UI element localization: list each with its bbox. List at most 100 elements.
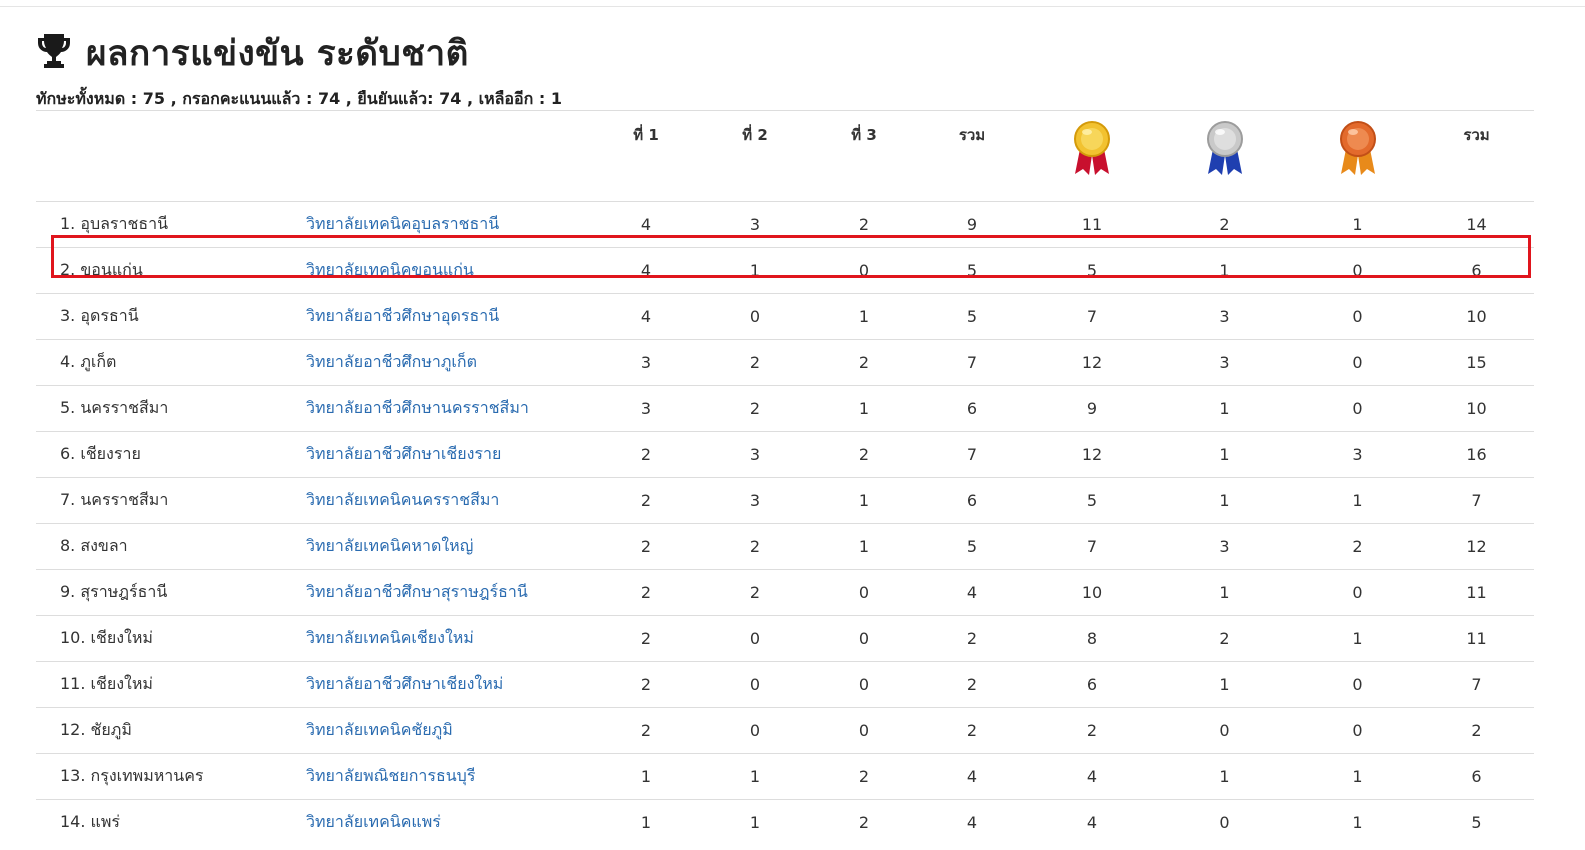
silver-count: 1 [1153,431,1296,478]
gold-count: 9 [1031,385,1153,432]
bronze-count: 2 [1296,523,1419,570]
province-cell: 7. นครราชสีมา [36,477,296,524]
gold-count: 8 [1031,615,1153,662]
table-row: 14. แพร่ วิทยาลัยเทคนิคแพร่ 1 1 2 4 4 0 1 5 [36,799,1534,845]
rank-total: 5 [913,247,1031,294]
table-row: 2. ขอนแก่น วิทยาลัยเทคนิคขอนแก่น 4 1 0 5 5 1 0 6 [36,247,1534,294]
gold-medal-icon [1074,121,1110,175]
third-place-count: 2 [815,201,913,248]
col-total-medals: รวม [1419,110,1534,202]
silver-count: 1 [1153,385,1296,432]
first-place-count: 2 [597,661,695,708]
medal-total: 6 [1419,247,1534,294]
col-silver [1153,110,1296,202]
table-row: 8. สงขลา วิทยาลัยเทคนิคหาดใหญ่ 2 2 1 5 7 3 2 12 [36,523,1534,570]
third-place-count: 1 [815,385,913,432]
school-cell: วิทยาลัยเทคนิคขอนแก่น [296,247,597,294]
rank-total: 7 [913,431,1031,478]
col-bronze [1296,110,1419,202]
school-link[interactable]: วิทยาลัยเทคนิคแพร่ [306,812,441,831]
school-link[interactable]: วิทยาลัยอาชีวศึกษาเชียงราย [306,444,501,463]
rank-total: 4 [913,569,1031,616]
third-place-count: 2 [815,431,913,478]
second-place-count: 3 [695,201,815,248]
gold-count: 7 [1031,523,1153,570]
second-place-count: 2 [695,385,815,432]
school-cell: วิทยาลัยอาชีวศึกษาสุราษฎร์ธานี [296,569,597,616]
silver-count: 3 [1153,523,1296,570]
second-place-count: 1 [695,799,815,845]
bronze-count: 0 [1296,661,1419,708]
school-cell: วิทยาลัยอาชีวศึกษาเชียงใหม่ [296,661,597,708]
table-header-row: ที่ 1 ที่ 2 ที่ 3 รวม รวม [36,110,1534,202]
rank-total: 6 [913,477,1031,524]
gold-count: 7 [1031,293,1153,340]
table-row: 7. นครราชสีมา วิทยาลัยเทคนิคนครราชสีมา 2 3 1… [36,477,1534,524]
gold-count: 12 [1031,431,1153,478]
school-link[interactable]: วิทยาลัยอาชีวศึกษาเชียงใหม่ [306,674,503,693]
gold-count: 12 [1031,339,1153,386]
second-place-count: 2 [695,523,815,570]
school-cell: วิทยาลัยเทคนิคอุบลราชธานี [296,201,597,248]
third-place-count: 0 [815,661,913,708]
school-cell: วิทยาลัยเทคนิคหาดใหญ่ [296,523,597,570]
rank-total: 2 [913,661,1031,708]
gold-count: 5 [1031,247,1153,294]
bronze-count: 1 [1296,201,1419,248]
gold-count: 6 [1031,661,1153,708]
third-place-count: 2 [815,753,913,800]
second-place-count: 3 [695,431,815,478]
first-place-count: 4 [597,293,695,340]
second-place-count: 0 [695,707,815,754]
second-place-count: 2 [695,339,815,386]
school-link[interactable]: วิทยาลัยพณิชยการธนบุรี [306,766,475,785]
school-link[interactable]: วิทยาลัยเทคนิคขอนแก่น [306,260,474,279]
province-cell: 13. กรุงเทพมหานคร [36,753,296,800]
second-place-count: 1 [695,753,815,800]
school-link[interactable]: วิทยาลัยอาชีวศึกษาภูเก็ต [306,352,477,371]
table-row: 9. สุราษฎร์ธานี วิทยาลัยอาชีวศึกษาสุราษฎร… [36,569,1534,616]
school-link[interactable]: วิทยาลัยเทคนิคนครราชสีมา [306,490,499,509]
silver-count: 0 [1153,799,1296,845]
col-gold [1031,110,1153,202]
province-cell: 14. แพร่ [36,799,296,845]
school-link[interactable]: วิทยาลัยอาชีวศึกษาอุดรธานี [306,306,499,325]
school-cell: วิทยาลัยเทคนิคนครราชสีมา [296,477,597,524]
col-total-rank: รวม [913,110,1031,202]
bronze-count: 0 [1296,707,1419,754]
medal-total: 12 [1419,523,1534,570]
table-row: 12. ชัยภูมิ วิทยาลัยเทคนิคชัยภูมิ 2 0 0 2 2 0 0 2 [36,707,1534,754]
school-link[interactable]: วิทยาลัยอาชีวศึกษานครราชสีมา [306,398,529,417]
school-link[interactable]: วิทยาลัยอาชีวศึกษาสุราษฎร์ธานี [306,582,528,601]
school-link[interactable]: วิทยาลัยเทคนิคชัยภูมิ [306,720,453,739]
province-cell: 10. เชียงใหม่ [36,615,296,662]
table-row: 11. เชียงใหม่ วิทยาลัยอาชีวศึกษาเชียงใหม่… [36,661,1534,708]
silver-count: 3 [1153,293,1296,340]
page-title: ผลการแข่งขัน ระดับชาติ [86,33,469,74]
silver-count: 1 [1153,661,1296,708]
medal-total: 16 [1419,431,1534,478]
rank-total: 5 [913,523,1031,570]
bronze-count: 0 [1296,569,1419,616]
table-row: 3. อุดรธานี วิทยาลัยอาชีวศึกษาอุดรธานี 4 0 1… [36,293,1534,340]
silver-count: 2 [1153,201,1296,248]
rank-total: 9 [913,201,1031,248]
third-place-count: 2 [815,339,913,386]
medal-total: 11 [1419,615,1534,662]
top-divider [0,6,1585,7]
province-cell: 5. นครราชสีมา [36,385,296,432]
school-link[interactable]: วิทยาลัยเทคนิคหาดใหญ่ [306,536,473,555]
rank-total: 5 [913,293,1031,340]
school-cell: วิทยาลัยอาชีวศึกษานครราชสีมา [296,385,597,432]
silver-count: 1 [1153,477,1296,524]
school-cell: วิทยาลัยอาชีวศึกษาอุดรธานี [296,293,597,340]
school-link[interactable]: วิทยาลัยเทคนิคเชียงใหม่ [306,628,474,647]
first-place-count: 1 [597,799,695,845]
bronze-count: 1 [1296,799,1419,845]
medal-total: 11 [1419,569,1534,616]
second-place-count: 0 [695,661,815,708]
rank-total: 2 [913,615,1031,662]
silver-count: 1 [1153,753,1296,800]
col-third: ที่ 3 [815,110,913,202]
school-link[interactable]: วิทยาลัยเทคนิคอุบลราชธานี [306,214,499,233]
